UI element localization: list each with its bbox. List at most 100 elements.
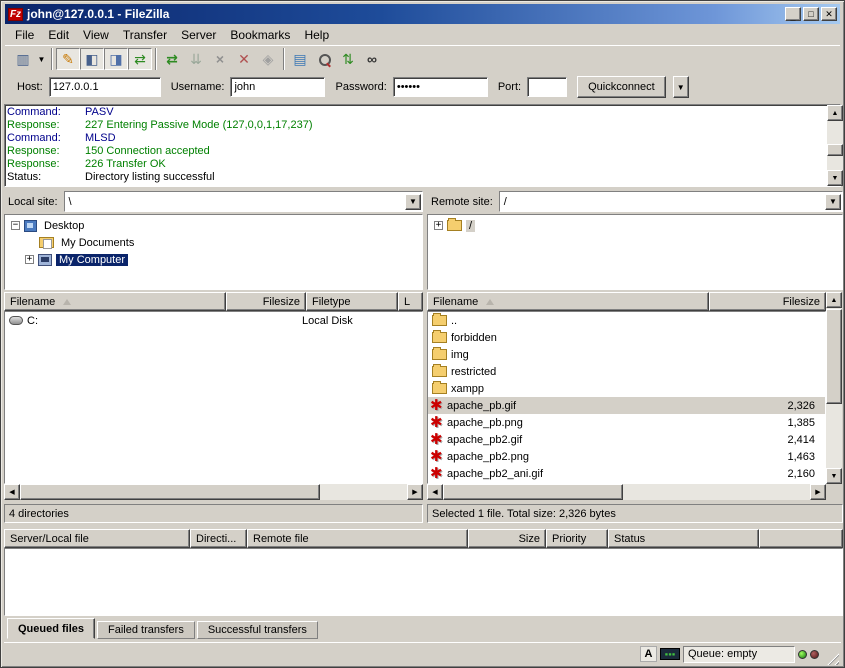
site-manager-dropdown-icon[interactable]: ▼ — [35, 48, 48, 70]
expand-icon[interactable]: + — [434, 221, 443, 230]
toggle-message-log-icon[interactable]: ✎ — [56, 48, 80, 70]
menu-file[interactable]: File — [15, 28, 34, 42]
column-header-size[interactable]: Size — [468, 529, 546, 548]
scroll-down-icon[interactable]: ▼ — [826, 468, 842, 484]
scroll-thumb[interactable] — [827, 144, 843, 156]
scroll-up-icon[interactable]: ▲ — [827, 105, 843, 121]
menu-transfer[interactable]: Transfer — [123, 28, 167, 42]
remote-status-bar: Selected 1 file. Total size: 2,326 bytes — [427, 504, 843, 523]
local-h-scrollbar[interactable]: ◀ ▶ — [4, 484, 423, 500]
username-input[interactable] — [230, 77, 325, 97]
remote-site-label: Remote site: — [427, 191, 499, 212]
port-input[interactable] — [527, 77, 567, 97]
chevron-down-icon[interactable]: ▼ — [405, 194, 421, 210]
menu-edit[interactable]: Edit — [48, 28, 69, 42]
file-row[interactable]: ✱ apache_pb2.gif 2,414 — [428, 431, 825, 448]
toggle-local-tree-icon[interactable]: ◧ — [80, 48, 104, 70]
menu-bookmarks[interactable]: Bookmarks — [230, 28, 290, 42]
minimize-button[interactable]: _ — [785, 7, 801, 21]
log-line: Command: MLSD — [7, 132, 838, 145]
process-queue-icon[interactable]: ⇊ — [184, 48, 208, 70]
resize-grip[interactable] — [826, 652, 839, 665]
remote-site-combo[interactable]: / ▼ — [499, 191, 843, 212]
expand-icon[interactable]: + — [25, 255, 34, 264]
tab-successful-transfers[interactable]: Successful transfers — [197, 621, 318, 639]
folder-icon — [432, 366, 447, 377]
site-manager-icon[interactable]: ▥ — [11, 48, 35, 70]
sort-ascending-icon — [63, 299, 71, 305]
file-row[interactable]: img — [428, 346, 825, 363]
apache-file-icon: ✱ — [430, 417, 445, 429]
remote-v-scrollbar[interactable]: ▲ ▼ — [826, 292, 842, 484]
transfer-type-ascii-icon[interactable]: A — [640, 646, 657, 662]
file-row[interactable]: ✱ apache_pb2.png 1,463 — [428, 448, 825, 465]
filter-icon[interactable]: ▤ — [288, 48, 312, 70]
scroll-left-icon[interactable]: ◀ — [427, 484, 443, 500]
column-header-filename[interactable]: Filename — [4, 292, 226, 311]
my-documents-icon — [39, 237, 54, 248]
column-header-filename[interactable]: Filename — [427, 292, 709, 311]
scroll-right-icon[interactable]: ▶ — [810, 484, 826, 500]
collapse-icon[interactable]: − — [11, 221, 20, 230]
file-row-c-drive[interactable]: C: Local Disk — [5, 312, 422, 329]
transfer-queue-list[interactable] — [4, 548, 843, 616]
column-header-filesize[interactable]: Filesize — [226, 292, 306, 311]
scroll-left-icon[interactable]: ◀ — [4, 484, 20, 500]
file-row[interactable]: restricted — [428, 363, 825, 380]
file-row[interactable]: xampp — [428, 380, 825, 397]
column-header-lastmodified[interactable]: L — [398, 292, 423, 311]
scroll-thumb[interactable] — [826, 309, 842, 404]
host-input[interactable] — [49, 77, 161, 97]
tree-item-desktop[interactable]: − Desktop — [5, 217, 422, 234]
quickconnect-button[interactable]: Quickconnect — [577, 76, 666, 98]
file-row[interactable]: .. — [428, 312, 825, 329]
directory-comparison-icon[interactable] — [312, 48, 336, 70]
tree-item-my-computer[interactable]: + My Computer — [5, 251, 422, 268]
tab-queued-files[interactable]: Queued files — [7, 618, 95, 639]
column-header-filesize[interactable]: Filesize — [709, 292, 826, 311]
disk-drive-icon — [9, 316, 23, 325]
scroll-down-icon[interactable]: ▼ — [827, 170, 843, 186]
tree-item-root[interactable]: + / — [428, 217, 842, 234]
quickconnect-dropdown-icon[interactable]: ▼ — [673, 76, 689, 98]
password-input[interactable] — [393, 77, 488, 97]
log-scrollbar[interactable]: ▲ ▼ — [827, 105, 843, 186]
maximize-button[interactable]: □ — [803, 7, 819, 21]
local-site-combo[interactable]: \ ▼ — [64, 191, 423, 212]
tab-failed-transfers[interactable]: Failed transfers — [97, 621, 195, 639]
tree-item-my-documents[interactable]: My Documents — [5, 234, 422, 251]
scroll-thumb[interactable] — [443, 484, 623, 500]
column-header-server-local-file[interactable]: Server/Local file — [4, 529, 190, 548]
apache-file-icon: ✱ — [430, 451, 445, 463]
file-row[interactable]: forbidden — [428, 329, 825, 346]
menu-view[interactable]: View — [83, 28, 109, 42]
username-label: Username: — [171, 81, 225, 93]
reconnect-icon[interactable]: ◈ — [256, 48, 280, 70]
column-header-priority[interactable]: Priority — [546, 529, 608, 548]
disconnect-icon[interactable]: ✕ — [232, 48, 256, 70]
column-header-direction[interactable]: Directi... — [190, 529, 247, 548]
file-row-selected[interactable]: ✱ apache_pb.gif 2,326 — [428, 397, 825, 414]
synchronized-browsing-icon[interactable]: ⇅ — [336, 48, 360, 70]
find-files-icon[interactable]: ∞ — [360, 48, 384, 70]
toggle-queue-icon[interactable]: ⇄ — [128, 48, 152, 70]
file-row[interactable]: ✱ apache_pb.png 1,385 — [428, 414, 825, 431]
chevron-down-icon[interactable]: ▼ — [825, 194, 841, 210]
toggle-remote-tree-icon[interactable]: ◨ — [104, 48, 128, 70]
menu-help[interactable]: Help — [304, 28, 329, 42]
column-header-filetype[interactable]: Filetype — [306, 292, 398, 311]
remote-h-scrollbar[interactable]: ◀ ▶ — [427, 484, 826, 500]
queue-header: Server/Local file Directi... Remote file… — [4, 529, 843, 548]
column-header-remote-file[interactable]: Remote file — [247, 529, 468, 548]
folder-icon — [432, 349, 447, 360]
menu-server[interactable]: Server — [181, 28, 216, 42]
scroll-up-icon[interactable]: ▲ — [826, 292, 842, 308]
toolbar-separator — [283, 48, 285, 70]
cancel-operation-icon[interactable]: × — [208, 48, 232, 70]
column-header-status[interactable]: Status — [608, 529, 759, 548]
refresh-icon[interactable]: ⇄ — [160, 48, 184, 70]
close-button[interactable]: ✕ — [821, 7, 837, 21]
file-row[interactable]: ✱ apache_pb2_ani.gif 2,160 — [428, 465, 825, 482]
scroll-right-icon[interactable]: ▶ — [407, 484, 423, 500]
scroll-thumb[interactable] — [20, 484, 320, 500]
